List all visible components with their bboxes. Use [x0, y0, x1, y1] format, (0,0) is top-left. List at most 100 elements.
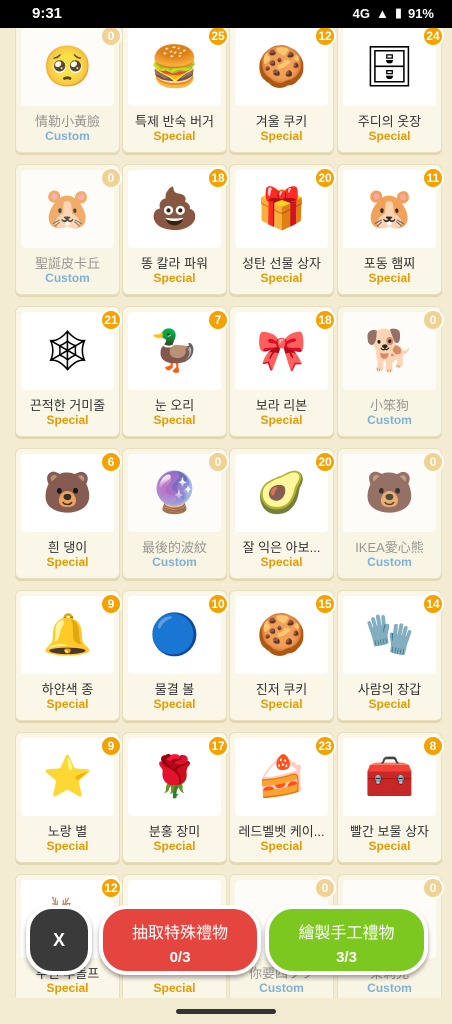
count-badge: 0	[100, 28, 122, 47]
gift-type: Special	[368, 271, 411, 285]
gift-type: Special	[260, 413, 303, 427]
count-badge: 9	[100, 593, 122, 615]
gift-type: Custom	[45, 129, 90, 143]
gift-name: 끈적한 거미줄	[29, 398, 106, 413]
gift-card[interactable]: 🍔 25 특제 반숙 버거 Special	[122, 28, 229, 153]
gift-name: 겨울 쿠키	[255, 114, 308, 129]
craft-handmade-count: 3/3	[336, 949, 357, 966]
close-button[interactable]: X	[26, 905, 92, 975]
gift-name: 특제 반숙 버거	[135, 114, 214, 129]
count-badge: 24	[422, 28, 444, 47]
draw-special-label: 抽取特殊禮物	[131, 925, 228, 942]
gift-type: Special	[46, 413, 89, 427]
gift-name: 분홍 장미	[148, 824, 201, 839]
gift-card[interactable]: 🍪 15 진저 쿠키 Special	[229, 590, 336, 721]
count-badge: 0	[422, 877, 444, 899]
count-badge: 8	[422, 735, 444, 757]
gift-name: 똥 칼라 파워	[140, 256, 209, 271]
gift-type: Custom	[259, 981, 304, 995]
gift-type: Special	[153, 839, 196, 853]
status-time: 9:31	[32, 5, 63, 22]
battery-percent: 91%	[407, 5, 434, 21]
gift-type: Special	[260, 129, 303, 143]
gift-type: Special	[368, 839, 411, 853]
draw-special-count: 0/3	[169, 949, 191, 966]
gift-name: 사람의 장갑	[357, 682, 422, 697]
gift-card[interactable]: 🔵 10 물결 볼 Special	[122, 590, 229, 721]
gift-card[interactable]: 🧰 8 빨간 보물 상자 Special	[337, 732, 444, 863]
craft-handmade-gift-button[interactable]: 繪製手工禮物 3/3	[265, 905, 428, 975]
gift-type: Custom	[367, 555, 412, 569]
gift-card[interactable]: 🐕 0 小笨狗 Custom	[337, 306, 444, 437]
count-badge: 17	[207, 735, 229, 757]
gift-type: Special	[260, 839, 303, 853]
count-badge: 15	[314, 593, 336, 615]
home-gesture-pill[interactable]	[176, 1009, 276, 1014]
count-badge: 23	[314, 735, 336, 757]
gift-name: 보라 리본	[255, 398, 308, 413]
gift-name: 聖誕皮卡丘	[34, 256, 100, 271]
gift-name: 진저 쿠키	[255, 682, 308, 697]
count-badge: 6	[100, 451, 122, 473]
gift-card[interactable]: 🎁 20 성탄 선물 상자 Special	[229, 164, 336, 295]
gift-name: 하얀색 종	[41, 682, 94, 697]
gift-card[interactable]: 🎀 18 보라 리본 Special	[229, 306, 336, 437]
gift-card[interactable]: 🌹 17 분홍 장미 Special	[122, 732, 229, 863]
gift-type: Special	[260, 271, 303, 285]
gift-name: 最後的波紋	[141, 540, 207, 555]
count-badge: 0	[100, 167, 122, 189]
gift-name: 小笨狗	[369, 398, 409, 413]
navigation-bar	[0, 998, 452, 1024]
gift-card[interactable]: 🐹 0 聖誕皮卡丘 Custom	[15, 164, 122, 295]
gift-card[interactable]: 🐻 0 IKEA愛心熊 Custom	[337, 448, 444, 579]
count-badge: 18	[314, 309, 336, 331]
gift-type: Custom	[45, 271, 90, 285]
count-badge: 0	[207, 451, 229, 473]
gift-card[interactable]: 🦆 7 눈 오리 Special	[122, 306, 229, 437]
gift-card[interactable]: 🥺 0 情勒小黃臉 Custom	[15, 28, 122, 153]
gift-name: 레드벨벳 케이...	[238, 824, 325, 839]
gift-card[interactable]: 🐻 6 흰 댕이 Special	[15, 448, 122, 579]
gift-type: Special	[46, 697, 89, 711]
count-badge: 0	[422, 451, 444, 473]
gift-name: 노랑 별	[47, 824, 88, 839]
count-badge: 18	[207, 167, 229, 189]
gift-type: Special	[153, 981, 196, 995]
count-badge: 7	[207, 309, 229, 331]
gift-card[interactable]: 🥑 20 잘 익은 아보... Special	[229, 448, 336, 579]
gift-card[interactable]: 💩 18 똥 칼라 파워 Special	[122, 164, 229, 295]
gift-type: Special	[46, 555, 89, 569]
gift-type: Special	[368, 129, 411, 143]
gift-card[interactable]: 🍰 23 레드벨벳 케이... Special	[229, 732, 336, 863]
gift-name: 잘 익은 아보...	[242, 540, 321, 555]
gift-type: Special	[368, 697, 411, 711]
gift-card[interactable]: 🔔 9 하얀색 종 Special	[15, 590, 122, 721]
gift-card[interactable]: 🐹 11 포동 햄찌 Special	[337, 164, 444, 295]
battery-icon: ▮	[394, 5, 402, 20]
gift-type: Special	[153, 413, 196, 427]
gift-name: 情勒小黃臉	[34, 114, 100, 129]
status-icons: 4G ▲ ▮ 91%	[353, 5, 434, 21]
gift-name: 포동 햄찌	[363, 256, 416, 271]
gift-type: Custom	[367, 413, 412, 427]
gift-card[interactable]: 🧤 14 사람의 장갑 Special	[337, 590, 444, 721]
gift-card[interactable]: 🗄 24 주디의 옷장 Special	[337, 28, 444, 153]
gift-card[interactable]: 🍪 12 겨울 쿠키 Special	[229, 28, 336, 153]
draw-special-gift-button[interactable]: 抽取特殊禮物 0/3	[99, 905, 261, 975]
gift-name: 눈 오리	[154, 398, 195, 413]
gift-card[interactable]: ⭐ 9 노랑 별 Special	[15, 732, 122, 863]
count-badge: 11	[422, 167, 444, 189]
gift-card[interactable]: 🕸 21 끈적한 거미줄 Special	[15, 306, 122, 437]
gift-type: Special	[46, 839, 89, 853]
gift-name: 성탄 선물 상자	[242, 256, 321, 271]
gift-card[interactable]: 🔮 0 最後的波紋 Custom	[122, 448, 229, 579]
count-badge: 14	[422, 593, 444, 615]
count-badge: 9	[100, 735, 122, 757]
gift-grid: 🥺 0 情勒小黃臉 Custom 🍔 25 특제 반숙 버거 Special 🍪 12 겨울 쿠키 S…	[0, 28, 452, 998]
gift-name: 빨간 보물 상자	[350, 824, 429, 839]
signal-icon: ▲	[375, 5, 389, 21]
count-badge: 20	[314, 167, 336, 189]
countdown-timer: 59:37	[182, 884, 215, 899]
gift-type: Custom	[152, 555, 197, 569]
count-badge: 21	[100, 309, 122, 331]
